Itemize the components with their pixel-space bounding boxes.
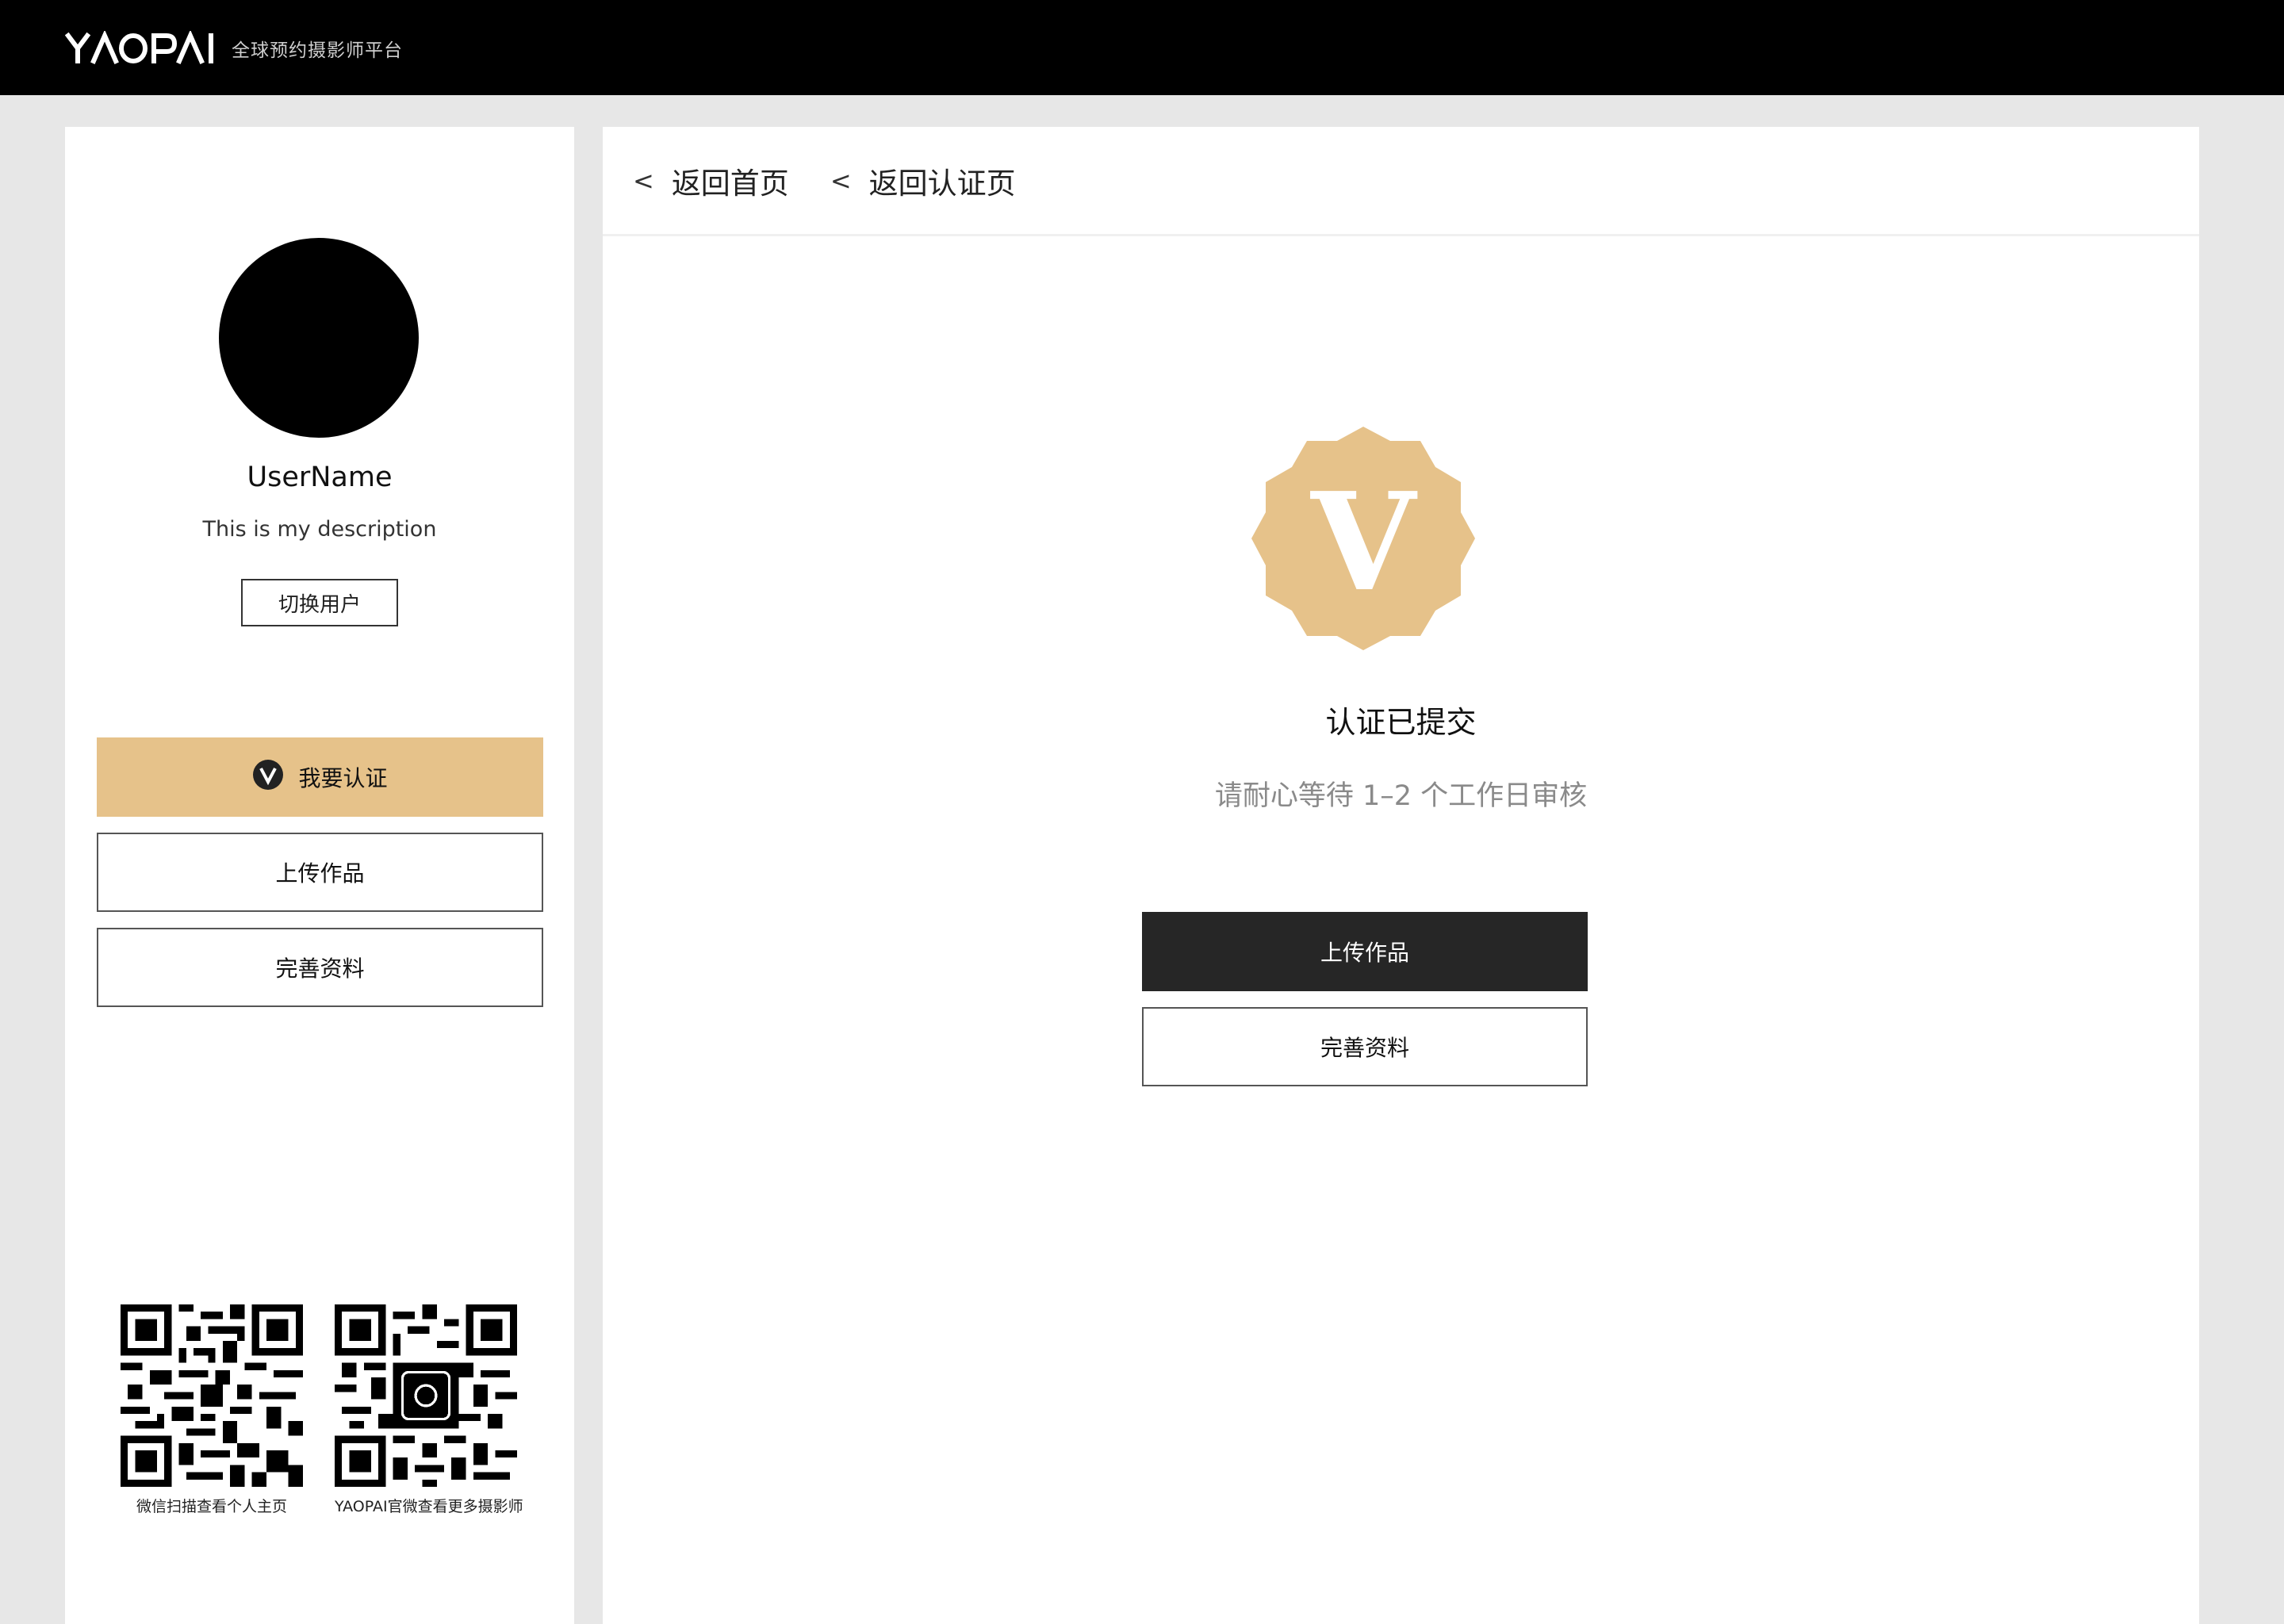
user-description: This is my description [202,517,437,542]
official-qr-block: YAOPAI官微查看更多摄影师 [335,1304,523,1516]
official-account-qr-code [335,1304,517,1487]
breadcrumb: < 返回首页 < 返回认证页 [603,127,2199,236]
username: UserName [247,462,393,493]
status-subtitle: 请耐心等待 1–2 个工作日审核 [1214,780,1588,812]
top-bar: 全球预约摄影师平台 [0,0,2284,95]
chevron-left-icon: < [830,165,852,196]
certify-button[interactable]: 我要认证 [97,737,543,817]
avatar[interactable] [219,238,419,438]
main-content: < 返回首页 < 返回认证页 V 认证已提交 请耐心等待 1–2 个工作日审核 … [603,127,2199,1624]
certify-label: 我要认证 [298,765,388,791]
profile-sidebar: UserName This is my description 切换用户 我要认… [65,127,574,1624]
chevron-left-icon: < [633,165,654,196]
official-qr-caption: YAOPAI官微查看更多摄影师 [335,1498,523,1515]
back-to-home-label: 返回首页 [671,166,789,201]
back-to-certification-label: 返回认证页 [868,166,1016,201]
personal-page-qr-code [121,1304,303,1487]
upload-works-button[interactable]: 上传作品 [97,833,543,912]
back-to-certification-link[interactable]: < 返回认证页 [830,159,1016,202]
verified-badge-icon: V [1251,427,1475,653]
personal-qr-block: 微信扫描查看个人主页 [121,1304,303,1516]
complete-profile-primary-button[interactable]: 完善资料 [1142,1007,1588,1086]
personal-qr-caption: 微信扫描查看个人主页 [136,1498,287,1515]
back-to-home-link[interactable]: < 返回首页 [633,159,789,202]
verified-v-icon [252,759,284,796]
switch-user-button[interactable]: 切换用户 [241,579,398,626]
status-title: 认证已提交 [1325,705,1477,740]
badge-letter: V [1310,463,1418,622]
yaopai-logo[interactable] [65,31,216,64]
upload-works-primary-button[interactable]: 上传作品 [1142,912,1588,991]
complete-profile-button[interactable]: 完善资料 [97,928,543,1007]
site-tagline: 全球预约摄影师平台 [232,40,403,61]
